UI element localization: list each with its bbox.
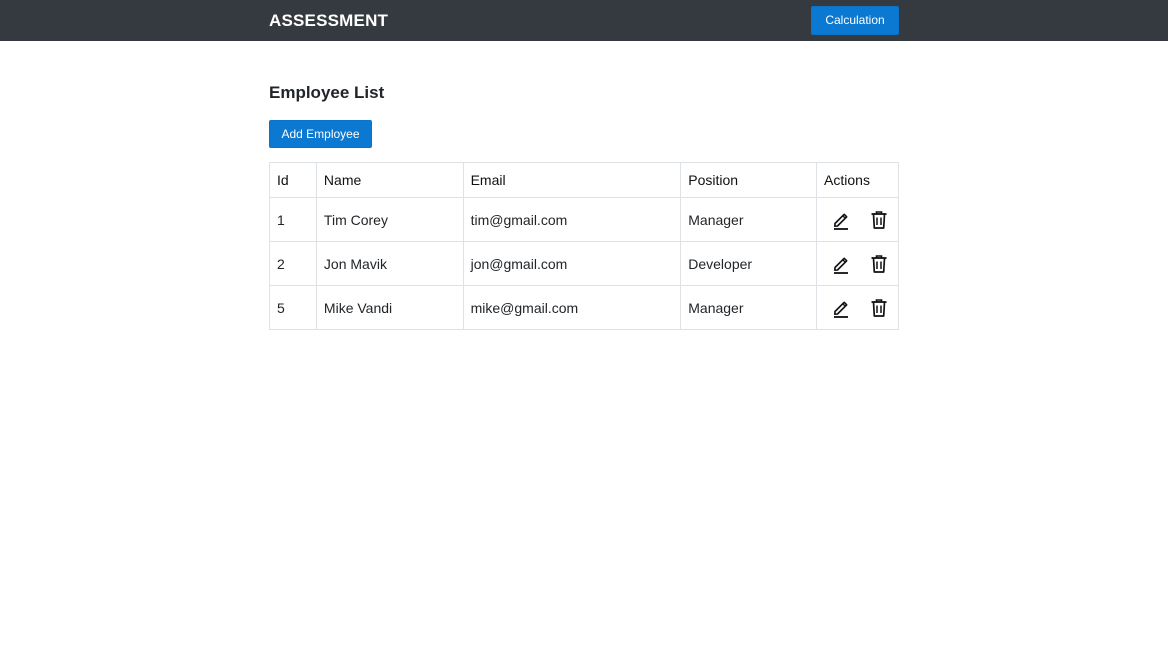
trash-icon[interactable] — [868, 253, 890, 275]
table-header-row: Id Name Email Position Actions — [269, 162, 899, 198]
table-row: 2 Jon Mavik jon@gmail.com Developer — [269, 241, 899, 286]
cell-name: Tim Corey — [315, 197, 464, 242]
header-actions: Actions — [816, 162, 899, 198]
header-email: Email — [462, 162, 682, 198]
table-row: 1 Tim Corey tim@gmail.com Manager — [269, 197, 899, 242]
cell-position: Manager — [680, 285, 818, 330]
pencil-icon[interactable] — [830, 253, 852, 275]
navbar: ASSESSMENT Calculation — [0, 0, 1168, 41]
cell-actions — [816, 197, 899, 242]
cell-actions — [816, 285, 899, 330]
cell-email: jon@gmail.com — [462, 241, 682, 286]
header-id: Id — [269, 162, 317, 198]
table-row: 5 Mike Vandi mike@gmail.com Manager — [269, 285, 899, 330]
cell-position: Manager — [680, 197, 818, 242]
add-employee-button[interactable]: Add Employee — [269, 120, 372, 148]
cell-email: tim@gmail.com — [462, 197, 682, 242]
cell-email: mike@gmail.com — [462, 285, 682, 330]
header-position: Position — [680, 162, 818, 198]
brand-title[interactable]: ASSESSMENT — [269, 11, 388, 31]
calculation-button[interactable]: Calculation — [811, 6, 899, 35]
cell-actions — [816, 241, 899, 286]
employee-table: Id Name Email Position Actions 1 Tim Cor… — [269, 162, 899, 330]
cell-name: Jon Mavik — [315, 241, 464, 286]
cell-id: 2 — [269, 241, 317, 286]
pencil-icon[interactable] — [830, 297, 852, 319]
cell-name: Mike Vandi — [315, 285, 464, 330]
cell-id: 1 — [269, 197, 317, 242]
cell-id: 5 — [269, 285, 317, 330]
cell-position: Developer — [680, 241, 818, 286]
trash-icon[interactable] — [868, 297, 890, 319]
page-title: Employee List — [269, 83, 385, 102]
header-name: Name — [315, 162, 464, 198]
trash-icon[interactable] — [868, 209, 890, 231]
pencil-icon[interactable] — [830, 209, 852, 231]
